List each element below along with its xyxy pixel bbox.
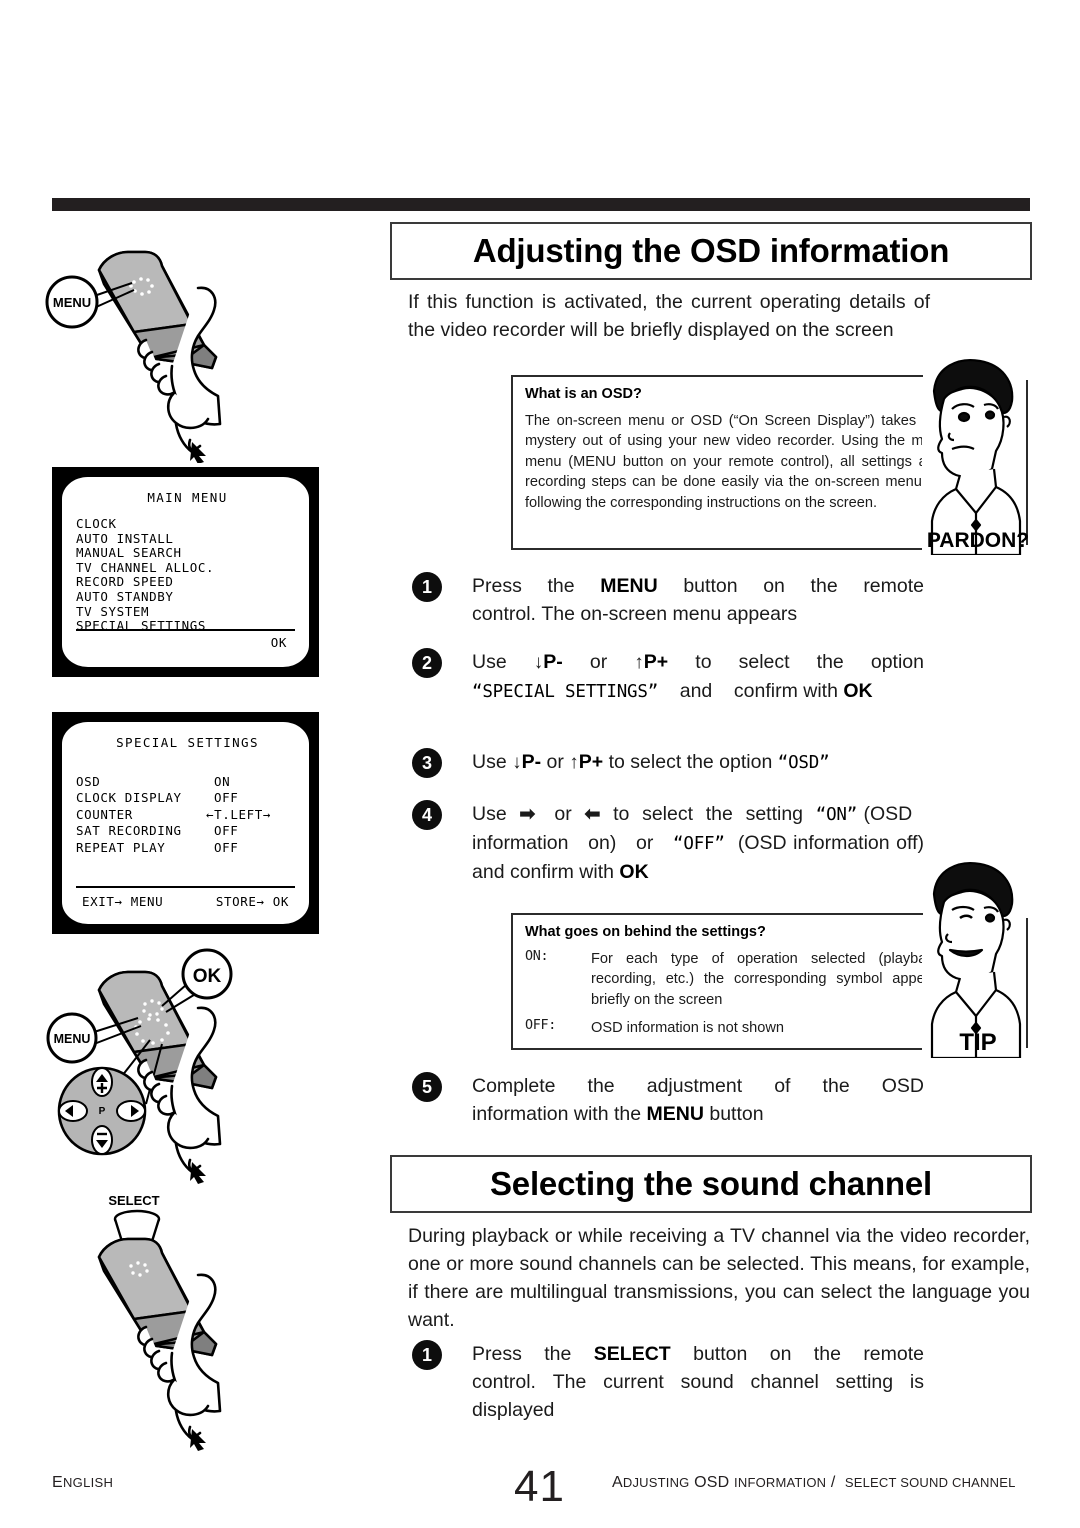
- tv-screen-special-settings: SPECIAL SETTINGS OSD ON CLOCK DISPLAY OF…: [52, 712, 319, 934]
- step-osd-2: 2 Use ↓P- or ↑P+ to select the option “S…: [412, 648, 924, 706]
- osd-main-items: CLOCK AUTO INSTALL MANUAL SEARCH TV CHAN…: [62, 505, 309, 634]
- osd-item: AUTO INSTALL: [76, 530, 174, 546]
- step-number: 2: [412, 648, 442, 678]
- osd-setting-value: OFF: [214, 839, 239, 855]
- osd-footer: EXIT→ MENU STORE→ OK: [62, 894, 309, 909]
- osd-setting-row: CLOCK DISPLAY OFF: [76, 790, 309, 806]
- step-osd-5: 5 Complete the adjustment of the OSD inf…: [412, 1072, 924, 1128]
- section-title-osd-label: Adjusting the OSD information: [472, 232, 950, 269]
- info-box-text: The on-screen menu or OSD (“On Screen Di…: [525, 413, 943, 511]
- osd-setting-label: COUNTER: [76, 806, 133, 822]
- badge-pardon: PARDON?: [927, 529, 1029, 552]
- osd-item: SPECIAL SETTINGS: [76, 618, 207, 634]
- step-number: 5: [412, 1072, 442, 1102]
- step-text: Use ↓P- or ↑P+ to select the option “SPE…: [472, 651, 924, 702]
- badge-tip: TIP: [959, 1029, 996, 1056]
- tip-box-title: What goes on behind the settings?: [525, 924, 766, 940]
- page-footer: ENGLISH 41 ADJUSTING OSD INFORMATION / S…: [52, 1462, 1030, 1511]
- osd-setting-value: ←T.LEFT→: [206, 806, 272, 822]
- osd-setting-value: OFF: [214, 790, 239, 806]
- osd-item: CLOCK: [76, 516, 117, 531]
- character-pardon-svg: PARDON?: [927, 359, 1029, 555]
- step-text: Press the SELECT button on the remote co…: [472, 1343, 925, 1421]
- osd-ok-label: OK: [270, 635, 287, 650]
- osd-title-special: SPECIAL SETTINGS: [116, 735, 259, 750]
- remote-ok-svg: OK MENU P: [46, 948, 233, 1184]
- osd-title-main: MAIN MENU: [147, 490, 228, 505]
- step-text: Use ↓P- or ↑P+ to select the option “OSD…: [472, 751, 830, 773]
- section-title-sound-label: Selecting the sound channel: [489, 1165, 932, 1202]
- callout-ok-label: OK: [193, 966, 222, 987]
- info-box-top-rule: [513, 375, 923, 377]
- callout-menu-label: MENU: [54, 1032, 91, 1046]
- osd-setting-row: OSD ON: [76, 774, 309, 790]
- osd-setting-label: REPEAT PLAY: [76, 839, 166, 855]
- tip-term: ON:: [525, 949, 549, 964]
- osd-exit-label: EXIT→ MENU: [82, 894, 164, 909]
- osd-setting-label: CLOCK DISPLAY: [76, 790, 182, 806]
- remote-select-svg: SELECT: [97, 1193, 222, 1451]
- illustration-remote-ok-menu: OK MENU P: [42, 948, 342, 1188]
- tip-row: ON: For each type of operation selected …: [525, 949, 945, 1010]
- osd-setting-row: REPEAT PLAY OFF: [76, 840, 309, 856]
- section-title-osd: Adjusting the OSD information: [390, 222, 1032, 280]
- callout-select-label: SELECT: [108, 1193, 159, 1208]
- step-number: 1: [412, 572, 442, 602]
- step-osd-1: 1 Press the MENU button on the remote co…: [412, 572, 924, 628]
- illustration-remote-select: SELECT: [42, 1185, 342, 1460]
- step-text: Press the MENU button on the remote cont…: [472, 575, 925, 625]
- step-number: 1: [412, 1340, 442, 1370]
- section-title-sound: Selecting the sound channel: [390, 1155, 1032, 1213]
- character-tip-svg: TIP: [930, 862, 1022, 1058]
- manual-page: MENU MAIN MENU CLOCK AUTO INSTALL MANUAL…: [0, 0, 1080, 1528]
- osd-setting-value: ON: [214, 774, 231, 789]
- tv-screen-main-menu: MAIN MENU CLOCK AUTO INSTALL MANUAL SEAR…: [52, 467, 319, 677]
- osd-intro-paragraph: If this function is activated, the curre…: [408, 291, 930, 341]
- osd-special-rows: OSD ON CLOCK DISPLAY OFF COUNTER ←T.LEFT…: [62, 750, 309, 856]
- osd-setting-label: OSD: [76, 774, 101, 789]
- osd-divider: [76, 629, 295, 631]
- tip-row: OFF: OSD information is not shown: [525, 1018, 945, 1038]
- tip-box-top-rule: [513, 913, 923, 915]
- step-osd-4: 4 Use ➡ or ⬅ to select the setting “ON” …: [412, 800, 924, 886]
- remote-menu-svg: MENU: [45, 250, 222, 463]
- tip-term: OFF:: [525, 1018, 557, 1034]
- header-rule: [52, 198, 1030, 211]
- callout-menu-label: MENU: [53, 295, 91, 310]
- step-number: 3: [412, 748, 442, 778]
- character-pardon: PARDON?: [916, 355, 1036, 555]
- osd-item: MANUAL SEARCH: [76, 545, 182, 561]
- footer-page-number: 41: [514, 1462, 565, 1511]
- osd-item: RECORD SPEED: [76, 574, 174, 590]
- osd-item: TV SYSTEM: [76, 603, 150, 619]
- footer-section-ref: ADJUSTING OSD INFORMATION / SELECT SOUND…: [612, 1474, 1016, 1491]
- osd-setting-value: OFF: [214, 823, 239, 839]
- osd-store-label: STORE→ OK: [215, 894, 289, 909]
- step-osd-3: 3 Use ↓P- or ↑P+ to select the option “O…: [412, 748, 924, 778]
- tip-desc: For each type of operation selected (pla…: [591, 951, 945, 1008]
- sound-intro-paragraph: During playback or while receiving a TV …: [408, 1225, 1030, 1331]
- step-text: Complete the adjustment of the OSD infor…: [472, 1075, 924, 1125]
- step-sound-1: 1 Press the SELECT button on the remote …: [412, 1340, 924, 1424]
- navpad-p-label: P: [99, 1106, 106, 1117]
- step-text: Use ➡ or ⬅ to select the setting “ON” (O…: [472, 803, 924, 883]
- osd-setting-row: SAT RECORDING OFF: [76, 823, 309, 839]
- osd-setting-label: SAT RECORDING: [76, 823, 182, 839]
- tip-desc: OSD information is not shown: [591, 1020, 785, 1037]
- character-tip: TIP: [916, 858, 1036, 1058]
- osd-divider: [76, 886, 295, 888]
- osd-item: TV CHANNEL ALLOC.: [76, 559, 215, 575]
- illustration-remote-menu: MENU: [42, 228, 342, 463]
- osd-item: AUTO STANDBY: [76, 588, 174, 604]
- osd-setting-row: COUNTER ←T.LEFT→: [76, 807, 309, 823]
- footer-language: ENGLISH: [52, 1474, 114, 1491]
- info-box-title: What is an OSD?: [525, 386, 642, 402]
- step-number: 4: [412, 800, 442, 830]
